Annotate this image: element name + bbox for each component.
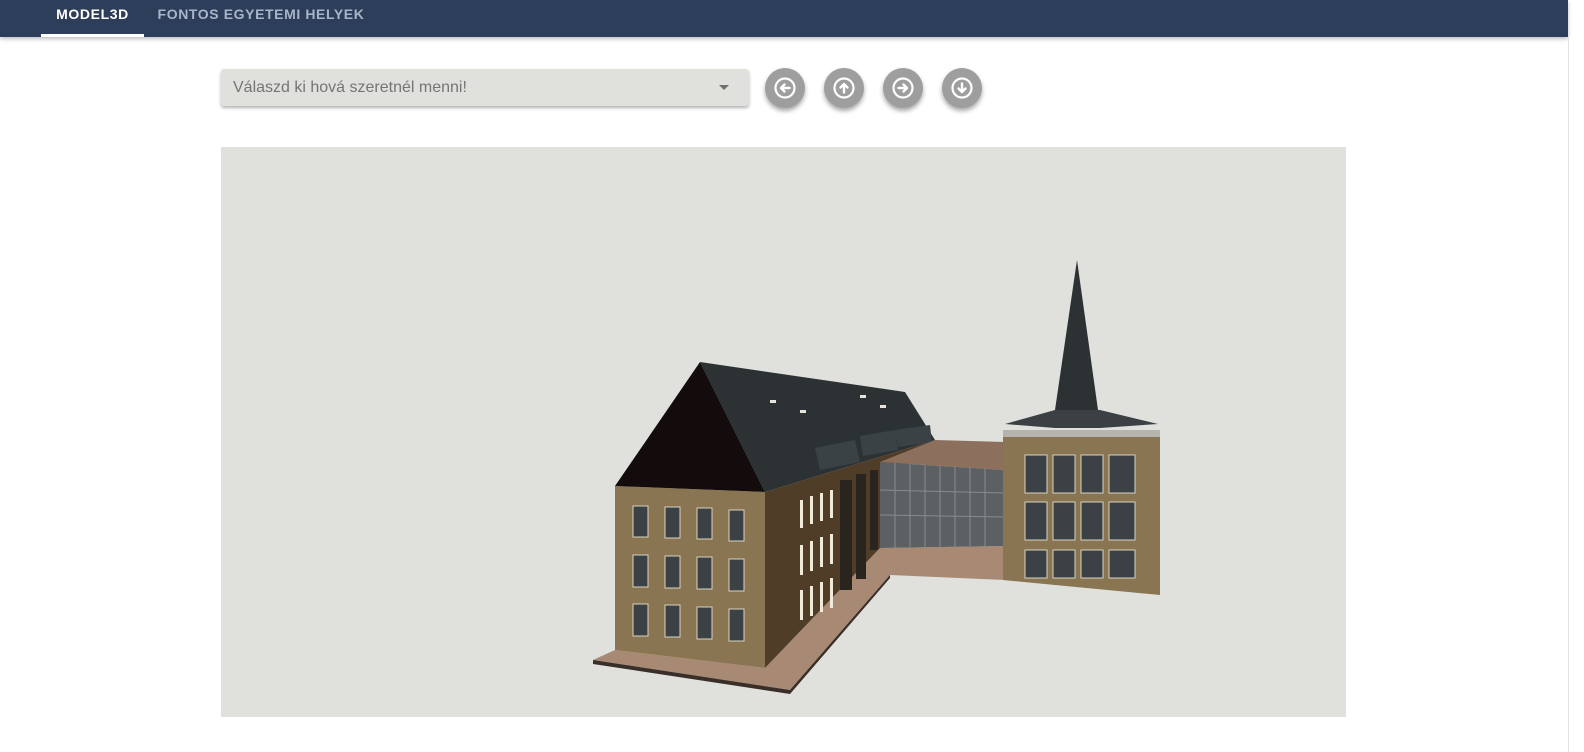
camera-up-button[interactable]: [824, 68, 864, 108]
top-nav-bar: MODEL3D FONTOS EGYETEMI HELYEK: [0, 0, 1568, 37]
model3d-viewport[interactable]: [221, 147, 1346, 717]
tab-fontos-egyetemi-helyek[interactable]: FONTOS EGYETEMI HELYEK: [144, 0, 378, 37]
page-scrollbar[interactable]: [1568, 37, 1584, 752]
arrow-down-circle-icon: [951, 77, 973, 99]
location-select-placeholder: Válaszd ki hová szeretnél menni!: [233, 78, 467, 96]
building-3d-model: [593, 260, 1160, 694]
arrow-up-circle-icon: [833, 77, 855, 99]
location-select[interactable]: Válaszd ki hová szeretnél menni!: [221, 69, 749, 106]
camera-left-button[interactable]: [765, 68, 805, 108]
dropdown-arrow-icon: [719, 85, 729, 90]
camera-down-button[interactable]: [942, 68, 982, 108]
arrow-right-circle-icon: [892, 77, 914, 99]
camera-right-button[interactable]: [883, 68, 923, 108]
tab-fontos-egyetemi-helyek-label: FONTOS EGYETEMI HELYEK: [157, 6, 365, 22]
active-tab-indicator: [41, 34, 144, 37]
arrow-left-circle-icon: [774, 77, 796, 99]
tab-model3d-label: MODEL3D: [56, 6, 129, 22]
tab-model3d[interactable]: MODEL3D: [41, 0, 144, 37]
